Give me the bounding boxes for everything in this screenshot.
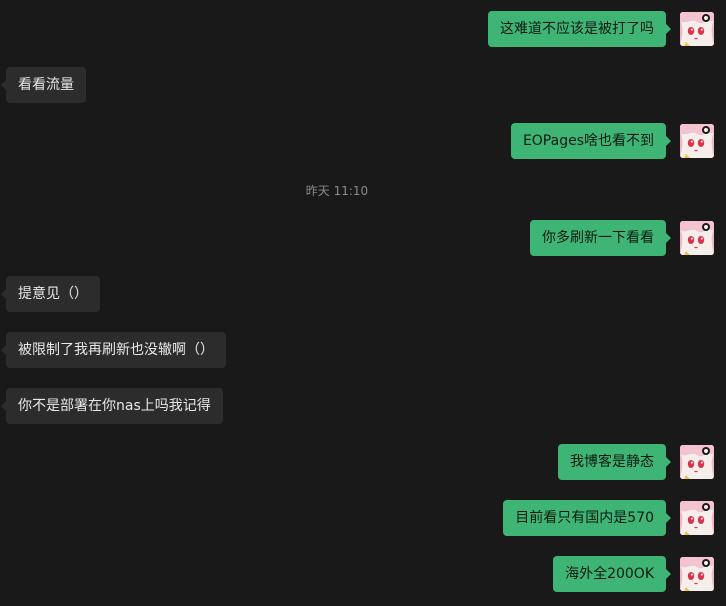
message-bubble-incoming[interactable]: 提意见（） bbox=[1, 276, 100, 312]
message-row-incoming: 看看流量 bbox=[0, 67, 726, 103]
message-bubble-outgoing[interactable]: EOPages啥也看不到 bbox=[510, 123, 672, 159]
message-row-outgoing: EOPages啥也看不到 bbox=[0, 123, 726, 159]
chat-message-list[interactable]: 这难道不应该是被打了吗 看看流量 EOPages啥也看不到 昨天 11:10 你… bbox=[0, 0, 726, 606]
message-timestamp: 昨天 11:10 bbox=[305, 184, 369, 198]
anime-girl-avatar-icon[interactable] bbox=[680, 501, 714, 535]
message-row-outgoing: 这难道不应该是被打了吗 bbox=[0, 11, 726, 47]
message-row-incoming: 你不是部署在你nas上吗我记得 bbox=[0, 388, 726, 424]
anime-girl-avatar-icon[interactable] bbox=[680, 221, 714, 255]
message-row-outgoing: 目前看只有国内是570 bbox=[0, 500, 726, 536]
message-bubble-outgoing[interactable]: 目前看只有国内是570 bbox=[503, 500, 671, 536]
message-bubble-incoming[interactable]: 看看流量 bbox=[1, 67, 86, 103]
message-row-incoming: 提意见（） bbox=[0, 276, 726, 312]
message-row-outgoing: 你多刷新一下看看 bbox=[0, 220, 726, 256]
message-bubble-incoming[interactable]: 你不是部署在你nas上吗我记得 bbox=[1, 388, 223, 424]
message-row-outgoing: 我博客是静态 bbox=[0, 444, 726, 480]
message-bubble-outgoing[interactable]: 你多刷新一下看看 bbox=[530, 220, 671, 256]
message-bubble-outgoing[interactable]: 海外全200OK bbox=[553, 556, 671, 592]
anime-girl-avatar-icon[interactable] bbox=[680, 557, 714, 591]
message-bubble-outgoing[interactable]: 这难道不应该是被打了吗 bbox=[488, 11, 671, 47]
anime-girl-avatar-icon[interactable] bbox=[680, 445, 714, 479]
message-bubble-incoming[interactable]: 被限制了我再刷新也没辙啊（） bbox=[1, 332, 226, 368]
message-bubble-outgoing[interactable]: 我博客是静态 bbox=[558, 444, 671, 480]
message-row-outgoing: 海外全200OK bbox=[0, 556, 726, 592]
message-row-incoming: 被限制了我再刷新也没辙啊（） bbox=[0, 332, 726, 368]
anime-girl-avatar-icon[interactable] bbox=[680, 12, 714, 46]
anime-girl-avatar-icon[interactable] bbox=[680, 124, 714, 158]
